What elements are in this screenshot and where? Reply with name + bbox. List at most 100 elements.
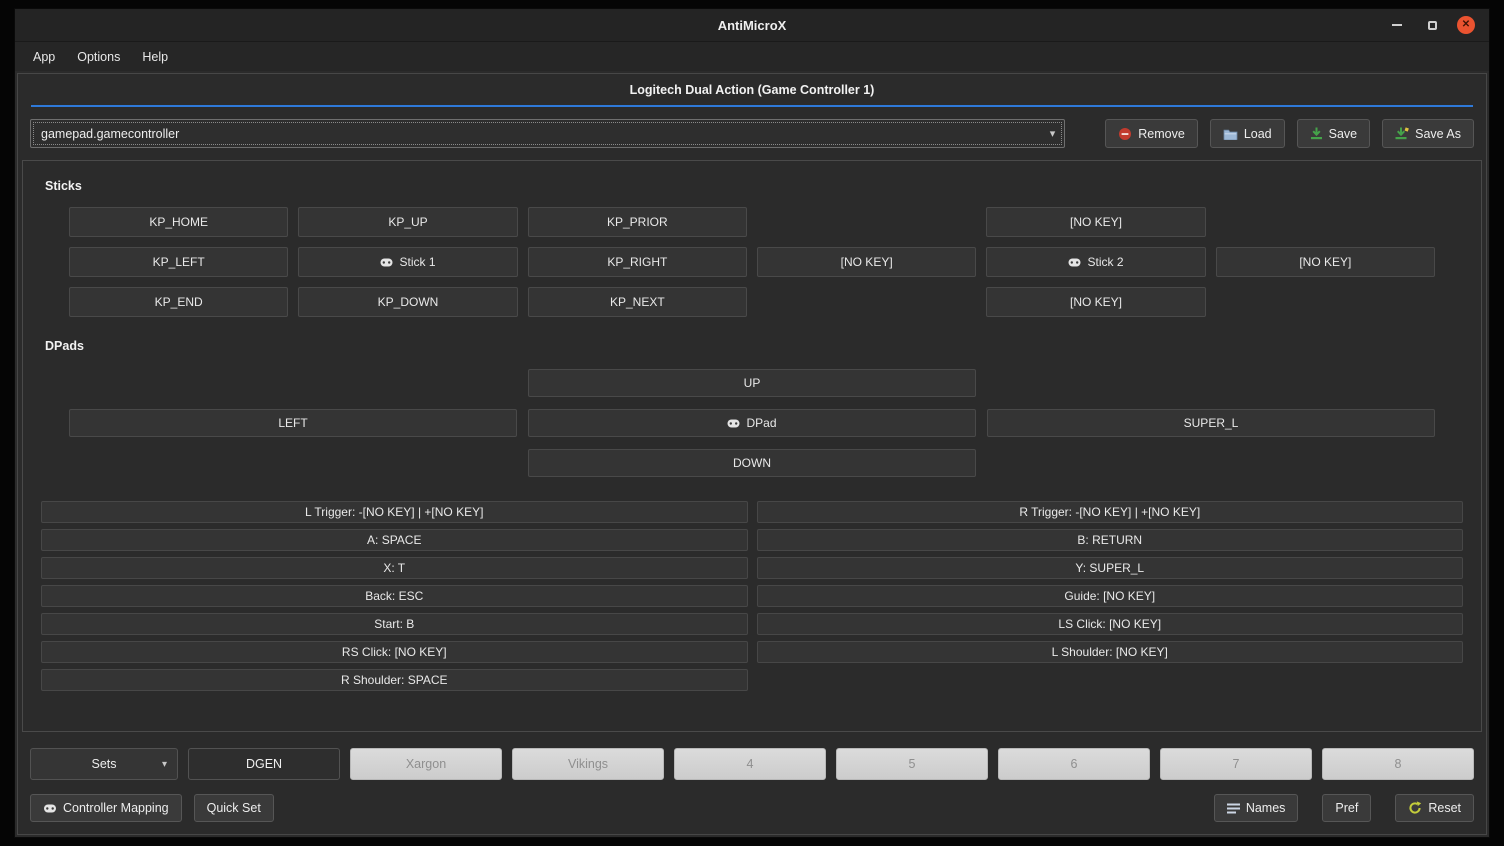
load-label: Load: [1244, 127, 1272, 141]
chevron-down-icon: ▾: [1050, 127, 1056, 140]
app-window: AntiMicroX ✕ App Options Help Logi: [14, 8, 1490, 838]
set-tab-7[interactable]: 7: [1160, 748, 1312, 780]
button-start[interactable]: Start: B: [41, 613, 748, 635]
remove-button[interactable]: Remove: [1105, 119, 1198, 148]
pref-label: Pref: [1335, 801, 1358, 815]
sticks-heading: Sticks: [45, 179, 1459, 193]
button-r-shoulder[interactable]: R Shoulder: SPACE: [41, 669, 748, 691]
minimize-icon: [1392, 24, 1402, 26]
l-trigger-button[interactable]: L Trigger: -[NO KEY] | +[NO KEY]: [41, 501, 748, 523]
save-as-button[interactable]: Save As: [1382, 119, 1474, 148]
screen: AntiMicroX ✕ App Options Help Logi: [0, 0, 1504, 846]
key-label: [NO KEY]: [1299, 255, 1351, 269]
mapping-label: L Trigger: -[NO KEY] | +[NO KEY]: [305, 505, 483, 519]
set-tab-2[interactable]: Xargon: [350, 748, 502, 780]
set-tab-label: Vikings: [568, 757, 608, 771]
stick2-up-button[interactable]: [NO KEY]: [986, 207, 1205, 237]
button-y[interactable]: Y: SUPER_L: [757, 557, 1464, 579]
dpad-center-button[interactable]: DPad: [528, 409, 976, 437]
button-guide[interactable]: Guide: [NO KEY]: [757, 585, 1464, 607]
menu-options[interactable]: Options: [67, 45, 130, 69]
quick-set-button[interactable]: Quick Set: [194, 794, 274, 822]
key-label: Stick 2: [1087, 255, 1123, 269]
dpad-up-button[interactable]: UP: [528, 369, 976, 397]
mapping-label: LS Click: [NO KEY]: [1058, 617, 1161, 631]
key-label: [NO KEY]: [1070, 215, 1122, 229]
set-tab-label: 5: [909, 757, 916, 771]
key-label: KP_END: [155, 295, 203, 309]
minimize-button[interactable]: [1387, 15, 1407, 35]
key-label: DPad: [746, 416, 776, 430]
close-icon: ✕: [1462, 20, 1470, 30]
set-tab-8[interactable]: 8: [1322, 748, 1474, 780]
stick2-right-button[interactable]: [NO KEY]: [1216, 247, 1435, 277]
key-label: KP_UP: [388, 215, 427, 229]
gamepad-icon: [727, 419, 740, 428]
maximize-icon: [1428, 21, 1437, 30]
stick1-down-right-button[interactable]: KP_NEXT: [528, 287, 747, 317]
footer-bar: Controller Mapping Quick Set Names Pref: [30, 794, 1474, 822]
mapping-label: Y: SUPER_L: [1075, 561, 1144, 575]
names-button[interactable]: Names: [1214, 794, 1299, 822]
dpad-down-button[interactable]: DOWN: [528, 449, 976, 477]
profile-buttons: Remove Load Save: [1105, 119, 1474, 148]
stick1-up-right-button[interactable]: KP_PRIOR: [528, 207, 747, 237]
quick-set-label: Quick Set: [207, 801, 261, 815]
stick1-down-button[interactable]: KP_DOWN: [298, 287, 517, 317]
button-rs-click[interactable]: RS Click: [NO KEY]: [41, 641, 748, 663]
dpad-left-button[interactable]: LEFT: [69, 409, 517, 437]
button-mapping-list: L Trigger: -[NO KEY] | +[NO KEY] R Trigg…: [41, 501, 1463, 691]
stick1-right-button[interactable]: KP_RIGHT: [528, 247, 747, 277]
stick2-center-button[interactable]: Stick 2: [986, 247, 1205, 277]
titlebar[interactable]: AntiMicroX ✕: [15, 9, 1489, 42]
controller-mapping-button[interactable]: Controller Mapping: [30, 794, 182, 822]
set-tab-1[interactable]: DGEN: [188, 748, 340, 780]
gamepad-icon: [380, 258, 393, 267]
sets-dropdown-button[interactable]: Sets ▾: [30, 748, 178, 780]
profile-combobox[interactable]: gamepad.gamecontroller ▾: [30, 119, 1065, 148]
mapping-label: RS Click: [NO KEY]: [342, 645, 447, 659]
stick1-left-button[interactable]: KP_LEFT: [69, 247, 288, 277]
sticks-grid: KP_HOME KP_UP KP_PRIOR [NO KEY] KP_LEFT …: [69, 207, 1435, 317]
button-ls-click[interactable]: LS Click: [NO KEY]: [757, 613, 1464, 635]
maximize-button[interactable]: [1422, 15, 1442, 35]
save-button[interactable]: Save: [1297, 119, 1371, 148]
button-x[interactable]: X: T: [41, 557, 748, 579]
stick1-up-left-button[interactable]: KP_HOME: [69, 207, 288, 237]
chevron-down-icon: ▾: [162, 759, 167, 770]
reset-button[interactable]: Reset: [1395, 794, 1474, 822]
folder-open-icon: [1223, 128, 1238, 140]
button-a[interactable]: A: SPACE: [41, 529, 748, 551]
key-label: KP_RIGHT: [607, 255, 667, 269]
dpad-right-button[interactable]: SUPER_L: [987, 409, 1435, 437]
menu-app[interactable]: App: [23, 45, 65, 69]
mapping-label: Guide: [NO KEY]: [1064, 589, 1155, 603]
button-back[interactable]: Back: ESC: [41, 585, 748, 607]
tab-active-indicator: [31, 105, 1473, 107]
r-trigger-button[interactable]: R Trigger: -[NO KEY] | +[NO KEY]: [757, 501, 1464, 523]
set-tab-4[interactable]: 4: [674, 748, 826, 780]
set-tab-5[interactable]: 5: [836, 748, 988, 780]
stick2-down-button[interactable]: [NO KEY]: [986, 287, 1205, 317]
key-label: KP_DOWN: [378, 295, 439, 309]
button-b[interactable]: B: RETURN: [757, 529, 1464, 551]
mapping-label: A: SPACE: [367, 533, 421, 547]
menu-help[interactable]: Help: [132, 45, 178, 69]
close-button[interactable]: ✕: [1457, 16, 1475, 34]
footer-right-group: Names Pref Reset: [1214, 794, 1474, 822]
remove-label: Remove: [1138, 127, 1185, 141]
stick1-down-left-button[interactable]: KP_END: [69, 287, 288, 317]
profile-bar: gamepad.gamecontroller ▾ Remove L: [30, 119, 1474, 148]
set-tab-label: 7: [1233, 757, 1240, 771]
controller-tab[interactable]: Logitech Dual Action (Game Controller 1): [630, 83, 875, 97]
set-tab-label: 4: [747, 757, 754, 771]
mapping-label: R Trigger: -[NO KEY] | +[NO KEY]: [1019, 505, 1200, 519]
stick1-up-button[interactable]: KP_UP: [298, 207, 517, 237]
button-l-shoulder[interactable]: L Shoulder: [NO KEY]: [757, 641, 1464, 663]
set-tab-6[interactable]: 6: [998, 748, 1150, 780]
set-tab-3[interactable]: Vikings: [512, 748, 664, 780]
stick2-left-button[interactable]: [NO KEY]: [757, 247, 976, 277]
load-button[interactable]: Load: [1210, 119, 1285, 148]
pref-button[interactable]: Pref: [1322, 794, 1371, 822]
stick1-center-button[interactable]: Stick 1: [298, 247, 517, 277]
